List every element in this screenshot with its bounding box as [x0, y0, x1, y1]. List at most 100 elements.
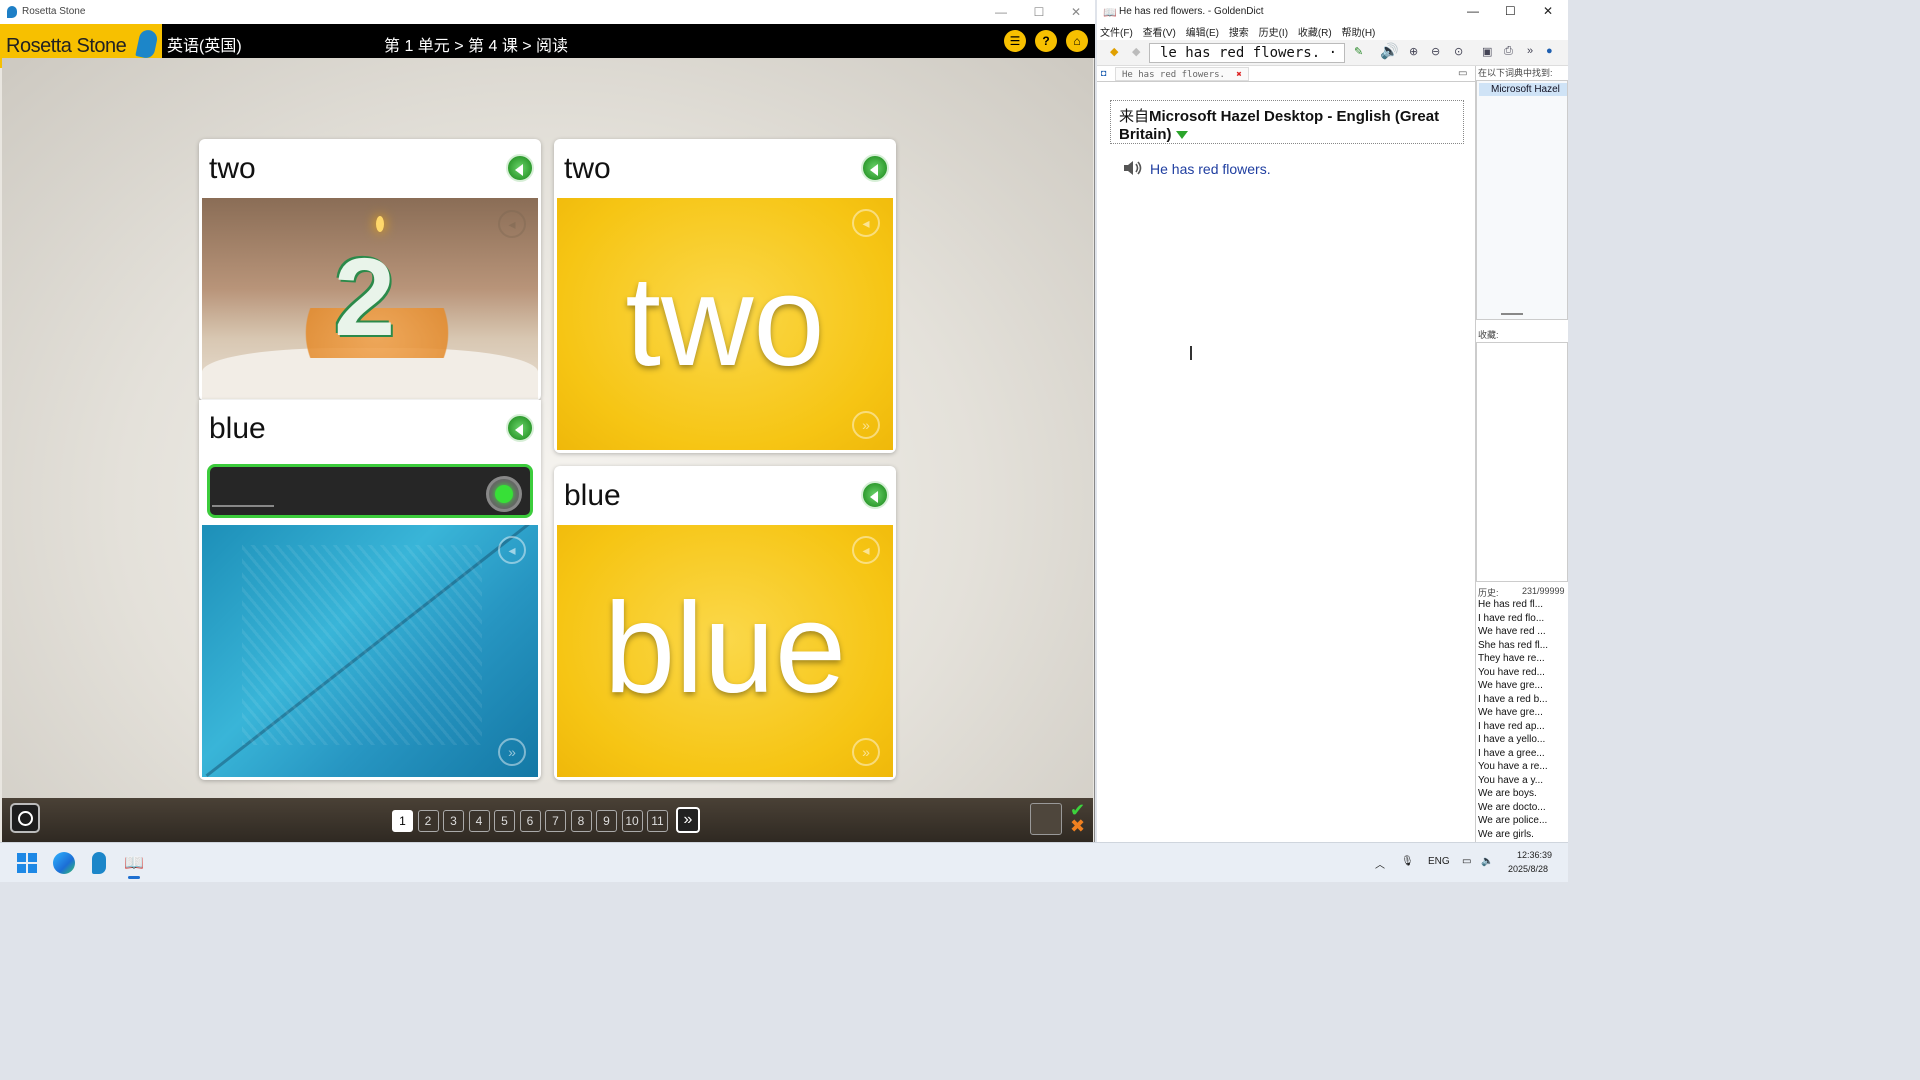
audio-play-icon[interactable] [1122, 158, 1144, 178]
zoom-icon[interactable] [10, 803, 40, 833]
favorites-panel[interactable] [1476, 342, 1568, 582]
clock-time[interactable]: 12:36:39 [1517, 850, 1552, 860]
speaker-icon[interactable] [861, 481, 889, 509]
clock-date[interactable]: 2025/8/28 [1508, 864, 1548, 874]
history-item[interactable]: I have red flo... [1476, 612, 1568, 626]
sentence-link[interactable]: He has red flowers. [1150, 161, 1271, 177]
page-1-button[interactable]: 1 [392, 810, 413, 832]
menu-edit[interactable]: 编辑(E) [1186, 28, 1219, 39]
history-item[interactable]: You have a re... [1476, 760, 1568, 774]
minimize-button[interactable]: — [982, 2, 1020, 22]
image-audio-icon[interactable]: ◂ [498, 210, 526, 238]
new-tab-icon[interactable]: ◘ [1101, 68, 1106, 78]
zoom-in-icon[interactable]: ⊕ [1409, 45, 1418, 58]
feather-image[interactable]: ◂ » [202, 525, 538, 777]
history-item[interactable]: We are police... [1476, 814, 1568, 828]
windows-start-icon[interactable] [17, 853, 37, 873]
history-item[interactable]: We have gre... [1476, 706, 1568, 720]
speaker-icon[interactable] [506, 414, 534, 442]
page-4-button[interactable]: 4 [468, 810, 490, 832]
history-item[interactable]: We are docto... [1476, 801, 1568, 815]
microphone-icon[interactable]: 🎙 [1401, 856, 1414, 867]
tab-close-icon[interactable]: ✖ [1236, 70, 1241, 80]
page-2-button[interactable]: 2 [417, 810, 439, 832]
dict-list-item[interactable]: Microsoft Hazel [1479, 83, 1567, 96]
panel-audio-icon[interactable]: ◂ [852, 209, 880, 237]
wordlist-icon[interactable]: ▣ [1482, 45, 1492, 58]
search-input[interactable]: le has red flowers. · [1149, 43, 1345, 63]
home-icon[interactable]: ⌂ [1066, 30, 1088, 52]
collapse-triangle-icon[interactable] [1175, 131, 1188, 139]
history-item[interactable]: You have a y... [1476, 774, 1568, 788]
history-item[interactable]: We have red ... [1476, 625, 1568, 639]
tab-list-icon[interactable]: ▭ [1458, 68, 1467, 79]
tab-current[interactable]: He has red flowers. ✖ [1115, 67, 1249, 81]
menu-view[interactable]: 查看(V) [1143, 28, 1176, 39]
close-button[interactable]: ✕ [1057, 2, 1095, 22]
edit-icon[interactable]: ✎ [1354, 45, 1363, 58]
panel-next-icon[interactable]: » [852, 411, 880, 439]
image-next-icon[interactable]: » [498, 738, 526, 766]
history-item[interactable]: I have a yello... [1476, 733, 1568, 747]
print-icon[interactable]: ⎙ [1504, 45, 1513, 58]
tray-chevron-icon[interactable]: ︿ [1375, 856, 1385, 871]
history-item[interactable]: I have a red b... [1476, 693, 1568, 707]
notebook-icon[interactable] [1030, 803, 1062, 835]
zoom-reset-icon[interactable]: ⊙ [1454, 45, 1463, 58]
menu-favorites[interactable]: 收藏(R) [1298, 28, 1332, 39]
goldendict-taskbar-icon[interactable]: 📖 [124, 853, 144, 873]
history-item[interactable]: I have a gree... [1476, 747, 1568, 761]
history-item[interactable]: He has red fl... [1476, 598, 1568, 612]
edge-browser-icon[interactable] [53, 852, 75, 874]
page-6-button[interactable]: 6 [519, 810, 541, 832]
scan-popup-icon[interactable]: ● [1546, 45, 1553, 57]
network-icon[interactable]: ▭ [1462, 856, 1471, 867]
menu-search[interactable]: 搜索 [1229, 28, 1249, 39]
history-item[interactable]: We are girls. [1476, 828, 1568, 842]
history-item[interactable]: They have re... [1476, 652, 1568, 666]
blue-text-panel[interactable]: blue ◂ » [557, 525, 893, 777]
menu-file[interactable]: 文件(F) [1100, 28, 1133, 39]
panel-next-icon[interactable]: » [852, 738, 880, 766]
zoom-out-icon[interactable]: ⊖ [1431, 45, 1440, 58]
image-audio-icon[interactable]: ◂ [498, 536, 526, 564]
back-icon[interactable]: ◆ [1110, 45, 1118, 58]
cake-image[interactable]: 2 ◂ [202, 198, 538, 399]
menu-history[interactable]: 历史(I) [1259, 28, 1288, 39]
two-text-panel[interactable]: two ◂ » [557, 198, 893, 450]
maximize-button[interactable]: ☐ [1020, 2, 1058, 22]
speaker-icon[interactable] [506, 154, 534, 182]
close-button[interactable]: ✕ [1543, 4, 1553, 18]
more-icon[interactable]: » [1527, 45, 1533, 57]
page-10-button[interactable]: 10 [621, 810, 643, 832]
menu-help[interactable]: 帮助(H) [1342, 28, 1376, 39]
answer-input[interactable] [207, 464, 533, 518]
history-item[interactable]: I have red ap... [1476, 720, 1568, 734]
help-icon[interactable]: ? [1035, 30, 1057, 52]
dictionary-header[interactable]: 来自Microsoft Hazel Desktop - English (Gre… [1110, 100, 1464, 144]
page-7-button[interactable]: 7 [545, 810, 566, 832]
microphone-indicator[interactable] [486, 476, 522, 512]
text-cursor [1190, 346, 1192, 360]
input-language[interactable]: ENG [1428, 856, 1450, 867]
maximize-button[interactable]: ☐ [1505, 4, 1516, 18]
page-11-button[interactable]: 11 [647, 810, 668, 832]
history-item[interactable]: We are boys. [1476, 787, 1568, 801]
pronounce-icon[interactable]: 🔊 [1380, 42, 1399, 60]
lesson-menu-icon[interactable]: ☰ [1004, 30, 1026, 52]
history-item[interactable]: We have gre... [1476, 679, 1568, 693]
history-item[interactable]: You have red... [1476, 666, 1568, 680]
history-item[interactable]: She has red fl... [1476, 639, 1568, 653]
page-9-button[interactable]: 9 [596, 810, 617, 832]
rosetta-taskbar-icon[interactable] [92, 852, 106, 874]
page-5-button[interactable]: 5 [494, 810, 515, 832]
speaker-icon[interactable] [861, 154, 889, 182]
next-page-button[interactable]: » [676, 807, 700, 833]
minimize-button[interactable]: — [1467, 4, 1479, 18]
splitter-handle[interactable] [1501, 313, 1523, 315]
panel-audio-icon[interactable]: ◂ [852, 536, 880, 564]
forward-icon[interactable]: ◆ [1132, 45, 1140, 58]
page-8-button[interactable]: 8 [570, 810, 592, 832]
volume-icon[interactable]: 🔈 [1481, 856, 1493, 867]
page-3-button[interactable]: 3 [443, 810, 464, 832]
